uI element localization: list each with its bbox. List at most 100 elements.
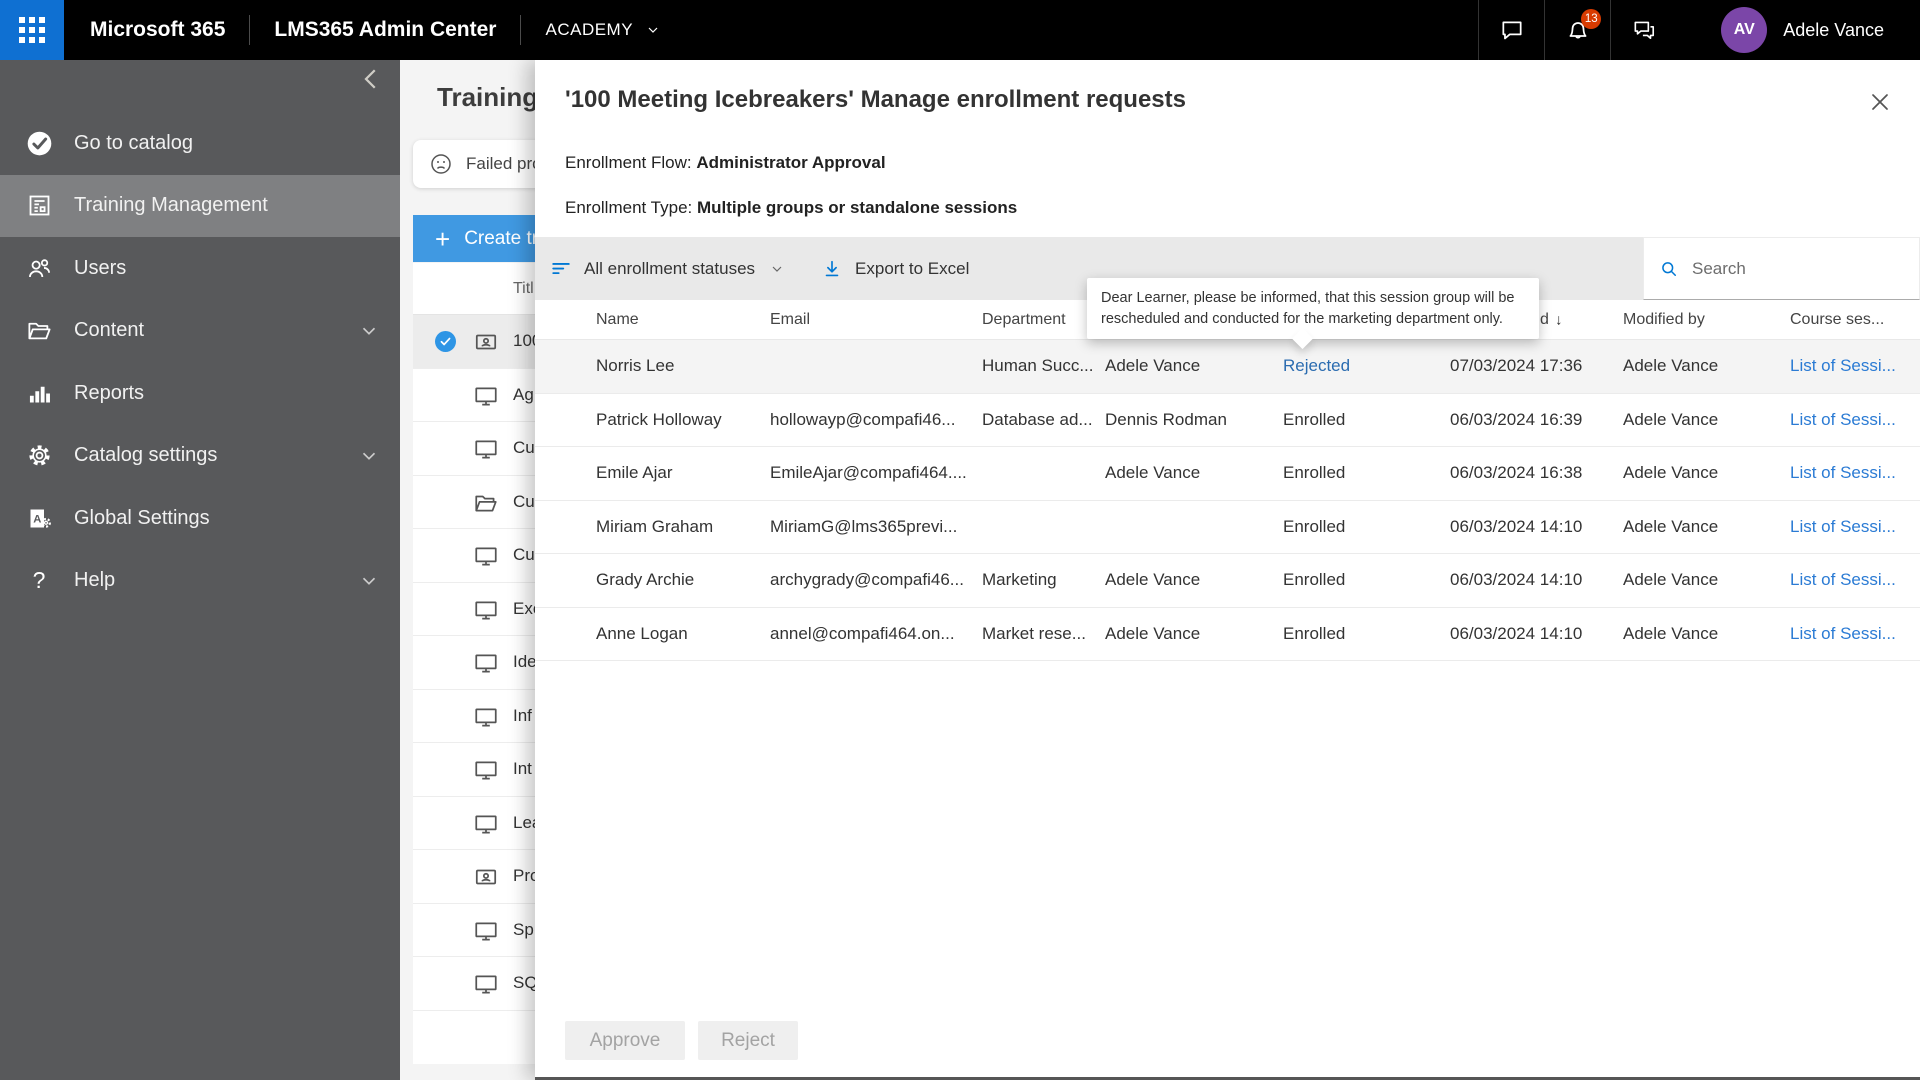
column-header-modified-fragment[interactable]: d (1540, 311, 1549, 329)
cell-department: Human Succ... (982, 356, 1094, 376)
sidebar-item-content[interactable]: Content (0, 300, 400, 363)
search-input[interactable] (1692, 259, 1902, 279)
chevron-down-icon (769, 261, 785, 277)
training-title: Sp (513, 920, 534, 940)
failed-banner-label: Failed pro (466, 154, 542, 174)
cell-department: Database ad... (982, 410, 1093, 430)
export-label: Export to Excel (855, 259, 969, 279)
list-of-sessions-link[interactable]: List of Sessi... (1790, 624, 1896, 644)
status-filter-dropdown[interactable]: All enrollment statuses (550, 258, 785, 280)
cell-modified-by: Adele Vance (1623, 410, 1718, 430)
sidebar-item-label: Content (74, 319, 144, 342)
sidebar-item-catalog-settings[interactable]: Catalog settings (0, 425, 400, 488)
monitor-icon (473, 597, 499, 623)
cell-modified: 07/03/2024 17:36 (1450, 356, 1582, 376)
chevron-left-icon (356, 64, 386, 94)
sidebar-collapse-button[interactable] (356, 64, 388, 96)
cell-manager: Dennis Rodman (1105, 410, 1227, 430)
enrollment-flow-line: Enrollment Flow: Administrator Approval (565, 153, 886, 173)
chevron-down-icon (358, 445, 380, 467)
monitor-icon (473, 971, 499, 997)
sidebar-item-global-settings[interactable]: Global Settings (0, 487, 400, 550)
feedback-icon (1631, 17, 1657, 43)
lms365-admin-center-link[interactable]: LMS365 Admin Center (274, 18, 496, 42)
table-row[interactable]: Norris Lee Human Succ... Adele Vance Rej… (535, 340, 1920, 394)
selected-check-icon (435, 331, 456, 352)
list-of-sessions-link[interactable]: List of Sessi... (1790, 570, 1896, 590)
sidebar-item-users[interactable]: Users (0, 237, 400, 300)
monitor-icon (473, 650, 499, 676)
filter-icon (550, 258, 572, 280)
microsoft-365-link[interactable]: Microsoft 365 (90, 18, 225, 42)
cell-modified: 06/03/2024 14:10 (1450, 624, 1582, 644)
cell-email: EmileAjar@compafi464.... (770, 463, 967, 483)
cell-status[interactable]: Rejected (1283, 356, 1350, 376)
reject-button[interactable]: Reject (698, 1021, 798, 1060)
avatar[interactable]: AV (1721, 7, 1767, 53)
chat-button[interactable] (1478, 0, 1544, 60)
app-launcher-button[interactable] (0, 0, 64, 60)
cell-status: Enrolled (1283, 463, 1345, 483)
search-box[interactable] (1643, 237, 1920, 300)
notifications-button[interactable]: 13 (1544, 0, 1610, 60)
table-row[interactable]: Anne Logan annel@compafi464.on... Market… (535, 608, 1920, 662)
cell-manager: Adele Vance (1105, 570, 1200, 590)
modal-title: '100 Meeting Icebreakers' Manage enrollm… (565, 86, 1186, 114)
monitor-icon (473, 811, 499, 837)
monitor-icon (473, 704, 499, 730)
sidebar-item-label: Go to catalog (74, 132, 193, 155)
column-header-modified-by[interactable]: Modified by (1623, 311, 1705, 329)
monitor-icon (473, 918, 499, 944)
sidebar-item-label: Reports (74, 382, 144, 405)
topbar-divider (520, 15, 521, 45)
enrollment-type-value: Multiple groups or standalone sessions (697, 198, 1017, 217)
sidebar-item-label: Global Settings (74, 507, 210, 530)
enrollment-flow-value: Administrator Approval (696, 153, 885, 172)
column-header-department[interactable]: Department (982, 311, 1066, 329)
list-of-sessions-link[interactable]: List of Sessi... (1790, 517, 1896, 537)
admin-doc-icon (24, 503, 54, 533)
training-title: Cu (513, 492, 535, 512)
table-row[interactable]: Emile Ajar EmileAjar@compafi464.... Adel… (535, 447, 1920, 501)
column-header-name[interactable]: Name (596, 311, 639, 329)
notification-badge: 13 (1581, 9, 1601, 29)
tooltip-line1: Dear Learner, please be informed, that t… (1101, 288, 1539, 309)
tooltip-line2: rescheduled and conducted for the market… (1101, 309, 1539, 330)
sidebar-item-go-to-catalog[interactable]: Go to catalog (0, 112, 400, 175)
export-icon (821, 258, 843, 280)
training-title: Ide (513, 652, 537, 672)
tenant-dropdown[interactable]: ACADEMY (545, 20, 661, 40)
sidebar-item-label: Training Management (74, 194, 268, 217)
export-to-excel-button[interactable]: Export to Excel (821, 258, 969, 280)
approve-button[interactable]: Approve (565, 1021, 685, 1060)
sidebar-item-label: Help (74, 569, 115, 592)
sidebar-item-help[interactable]: ? Help (0, 550, 400, 613)
column-header-email[interactable]: Email (770, 311, 810, 329)
cell-modified: 06/03/2024 14:10 (1450, 517, 1582, 537)
sidebar-item-reports[interactable]: Reports (0, 362, 400, 425)
folder-icon (24, 316, 54, 346)
sidebar-item-training-management[interactable]: Training Management (0, 175, 400, 238)
cell-name: Emile Ajar (596, 463, 673, 483)
id-badge-icon (473, 864, 499, 890)
search-icon (1659, 259, 1679, 279)
enrollment-flow-label: Enrollment Flow: (565, 153, 696, 172)
close-button[interactable] (1864, 87, 1896, 119)
list-of-sessions-link[interactable]: List of Sessi... (1790, 356, 1896, 376)
table-row[interactable]: Grady Archie archygrady@compafi46... Mar… (535, 554, 1920, 608)
cell-email: hollowayp@compafi46... (770, 410, 955, 430)
cell-manager: Adele Vance (1105, 624, 1200, 644)
table-row[interactable]: Miriam Graham MiriamG@lms365previ... Enr… (535, 501, 1920, 555)
cell-modified: 06/03/2024 16:39 (1450, 410, 1582, 430)
sort-descending-icon[interactable]: ↓ (1555, 311, 1563, 328)
admin-sidebar: Go to catalog Training Management Users … (0, 60, 400, 1080)
training-title: Ag (513, 385, 534, 405)
column-header-course-sessions[interactable]: Course ses... (1790, 311, 1884, 329)
list-of-sessions-link[interactable]: List of Sessi... (1790, 410, 1896, 430)
feedback-button[interactable] (1610, 0, 1676, 60)
chat-icon (1499, 17, 1525, 43)
table-row[interactable]: Patrick Holloway hollowayp@compafi46... … (535, 394, 1920, 448)
cell-email: annel@compafi464.on... (770, 624, 955, 644)
list-of-sessions-link[interactable]: List of Sessi... (1790, 463, 1896, 483)
sidebar-item-label: Users (74, 257, 126, 280)
